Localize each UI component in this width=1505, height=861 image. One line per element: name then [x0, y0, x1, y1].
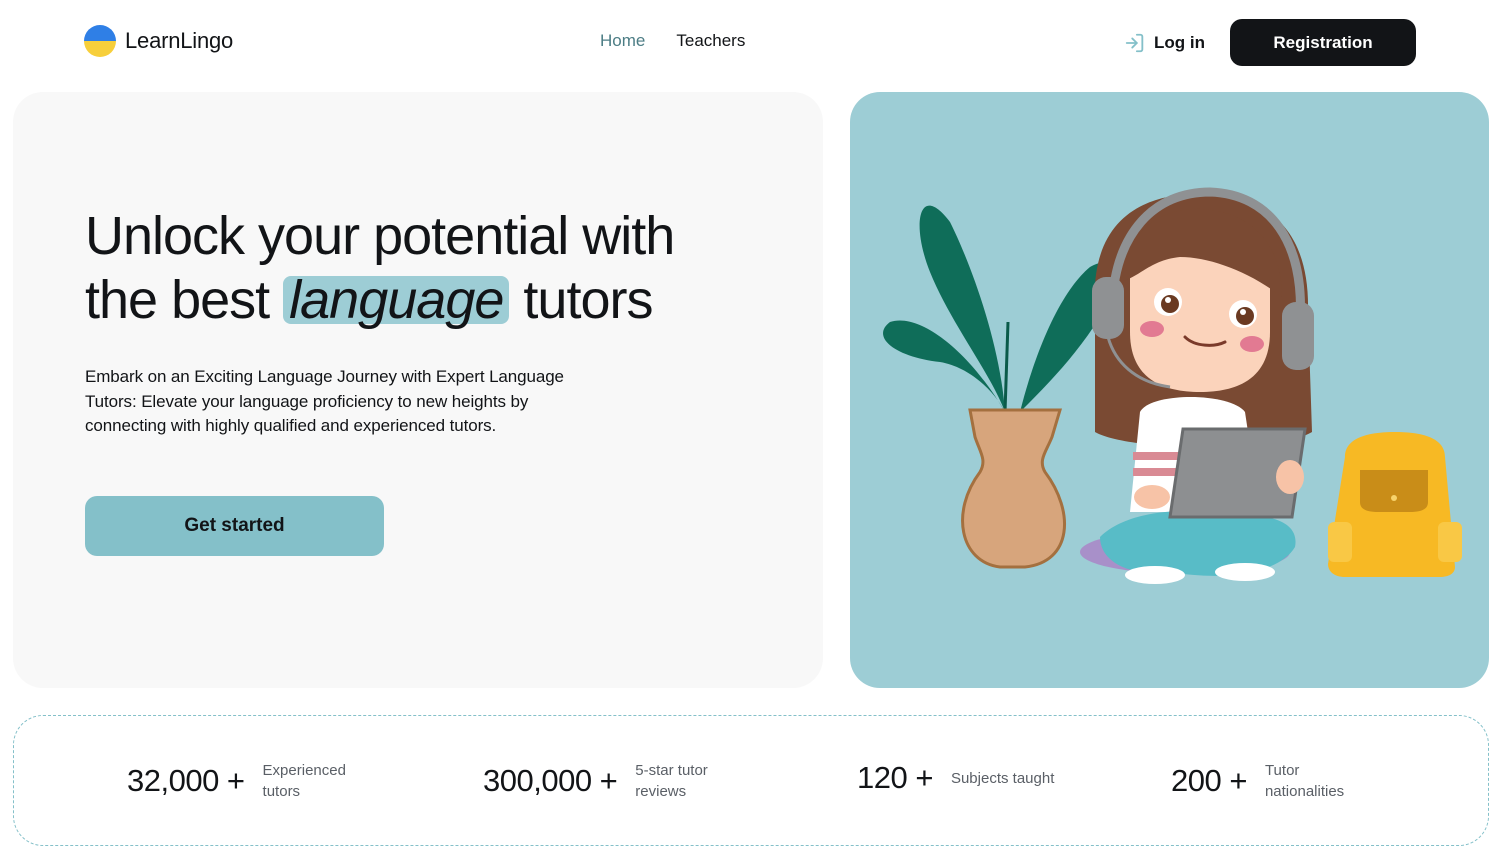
ukraine-flag-logo-icon [84, 25, 116, 57]
stat-label: Tutor nationalities [1264, 762, 1345, 800]
registration-button[interactable]: Registration [1230, 19, 1416, 66]
nav-home-link[interactable]: Home [600, 31, 645, 51]
nav-teachers-link[interactable]: Teachers [676, 31, 745, 51]
girl-with-headphones-illustration [883, 187, 1462, 584]
stat-value: 120 + [857, 760, 933, 795]
stat-value: 32,000 + [127, 763, 245, 798]
hero-text-panel: Unlock your potential with the best lang… [13, 92, 823, 688]
get-started-button[interactable]: Get started [85, 496, 384, 556]
stat-label: 5-star tutor reviews [635, 762, 708, 800]
stat-item: 200 + Tutor nationalities [1171, 760, 1375, 802]
stat-label: Subjects taught [950, 769, 1055, 787]
stat-value: 200 + [1171, 763, 1247, 798]
site-header: LearnLingo Home Teachers Log in Registra… [0, 0, 1505, 84]
login-arrow-icon [1125, 33, 1144, 52]
stats-bar: 32,000 + Experienced tutors 300,000 + 5-… [13, 715, 1489, 846]
hero-title-part2: tutors [523, 270, 653, 330]
auth-controls: Log in Registration [1124, 19, 1416, 66]
stat-item: 300,000 + 5-star tutor reviews [483, 760, 745, 802]
hero-title: Unlock your potential with the best lang… [85, 204, 725, 332]
login-button[interactable]: Log in [1124, 32, 1205, 54]
stat-item: 120 + Subjects taught [857, 760, 1061, 796]
main-nav: Home Teachers [600, 31, 745, 51]
brand-logo[interactable]: LearnLingo [84, 25, 233, 57]
stat-value: 300,000 + [483, 763, 618, 798]
hero-description: Embark on an Exciting Language Journey w… [85, 367, 564, 435]
brand-name: LearnLingo [125, 28, 234, 53]
hero-title-highlight: language [283, 273, 510, 327]
login-label: Log in [1154, 32, 1205, 52]
hero-illustration-panel [850, 92, 1489, 688]
stat-item: 32,000 + Experienced tutors [127, 760, 373, 802]
stat-label: Experienced tutors [262, 762, 346, 800]
